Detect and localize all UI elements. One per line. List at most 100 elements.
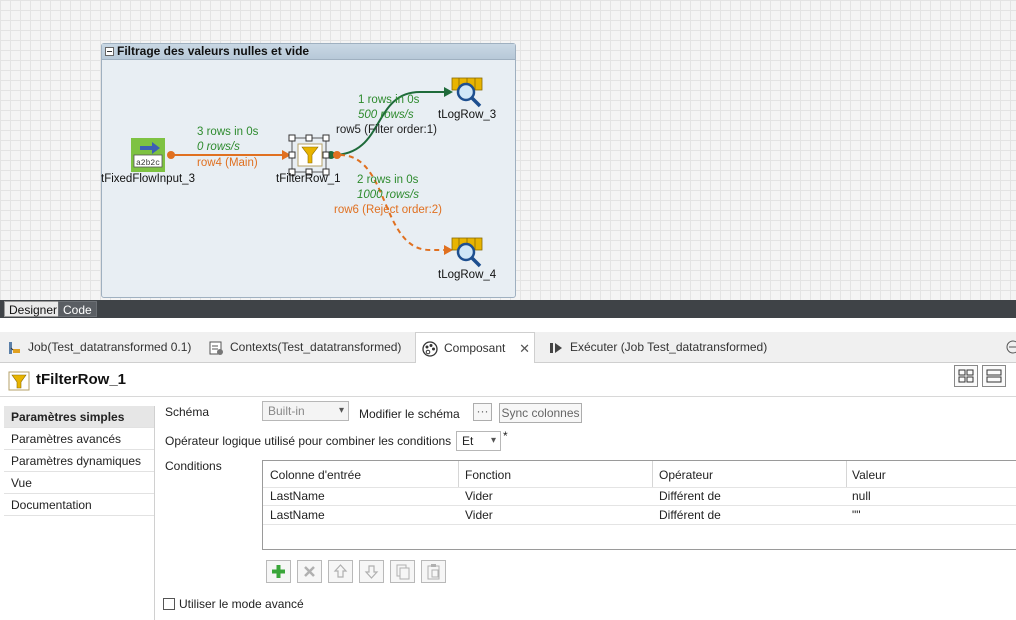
minimize-icon[interactable] — [1006, 340, 1016, 354]
list-layout-icon — [986, 369, 1002, 383]
required-mark: * — [503, 429, 508, 443]
logic-operator-label: Opérateur logique utilisé pour combiner … — [165, 434, 452, 448]
logic-operator-select[interactable]: Et ▾ — [456, 431, 501, 451]
col-header-value[interactable]: Valeur — [852, 468, 886, 482]
contexts-icon — [209, 341, 223, 355]
copy-button[interactable] — [390, 560, 415, 583]
flow-row6-rows: 2 rows in 0s — [357, 174, 419, 186]
conditions-label: Conditions — [165, 459, 222, 473]
tab-job[interactable]: Job(Test_datatransformed 0.1) — [6, 332, 191, 363]
editor-view-tabs: Designer Code — [0, 300, 1016, 318]
job-icon — [9, 341, 20, 354]
tab-contexts-label: Contexts(Test_datatransformed) — [230, 340, 402, 354]
flow-row5-rate: 500 rows/s — [358, 109, 414, 121]
flow-row6-name[interactable]: row6 (Reject order:2) — [334, 204, 442, 216]
paste-icon — [427, 564, 440, 580]
component-label-log4[interactable]: tLogRow_4 — [438, 269, 496, 281]
cell-function[interactable]: Vider — [465, 489, 493, 503]
column-separator — [846, 461, 847, 487]
schema-select[interactable]: Built-in ▾ — [262, 401, 349, 421]
chevron-down-icon: ▾ — [490, 435, 496, 446]
palette-icon — [422, 341, 438, 357]
layout-grid-button[interactable] — [954, 365, 978, 387]
tab-component[interactable]: Composant ✕ — [415, 332, 535, 364]
grid-layout-icon — [958, 369, 974, 383]
flow-row6-rate: 1000 rows/s — [357, 189, 420, 201]
move-up-button[interactable] — [328, 560, 353, 583]
tab-code[interactable]: Code — [58, 301, 97, 317]
copy-icon — [396, 564, 410, 580]
flow-row5-rows: 1 rows in 0s — [358, 94, 420, 106]
tab-component-label: Composant — [444, 341, 506, 355]
tab-run[interactable]: Exécuter (Job Test_datatransformed) — [548, 332, 767, 363]
bottom-view-tabs: Job(Test_datatransformed 0.1) Contexts(T… — [0, 332, 1016, 364]
svg-text:a2b2c: a2b2c — [136, 159, 160, 168]
cell-operator[interactable]: Différent de — [659, 508, 721, 522]
nav-dynamic-settings[interactable]: Paramètres dynamiques — [4, 450, 154, 472]
cell-operator[interactable]: Différent de — [659, 489, 721, 503]
flow-diagram: a2b2c — [131, 77, 483, 268]
plus-icon — [272, 565, 285, 578]
col-header-function[interactable]: Fonction — [465, 468, 511, 482]
sync-columns-button[interactable]: Sync colonnes — [499, 403, 582, 423]
flow-row4-rate: 0 rows/s — [197, 141, 240, 153]
edit-schema-label: Modifier le schéma — [359, 407, 460, 421]
move-down-button[interactable] — [359, 560, 384, 583]
tab-designer[interactable]: Designer — [4, 301, 63, 317]
column-separator — [652, 461, 653, 487]
schema-value: Built-in — [268, 404, 305, 418]
advanced-mode-checkbox[interactable] — [163, 598, 175, 610]
log-row-3-icon — [451, 77, 483, 108]
filter-row-icon — [8, 371, 30, 391]
cell-input-column[interactable]: LastName — [270, 508, 325, 522]
edit-schema-button[interactable]: ··· — [473, 403, 492, 421]
designer-canvas[interactable]: Filtrage des valeurs nulles et vide a2b2… — [0, 0, 1016, 300]
cell-function[interactable]: Vider — [465, 508, 493, 522]
flow-row4-start — [167, 151, 175, 159]
flow-row6-line — [339, 154, 444, 251]
schema-label: Schéma — [165, 405, 210, 419]
cell-value[interactable]: "" — [852, 508, 861, 522]
tab-job-label: Job(Test_datatransformed 0.1) — [28, 340, 192, 354]
settings-nav: Paramètres simples Paramètres avancés Pa… — [4, 406, 155, 620]
col-header-operator[interactable]: Opérateur — [659, 468, 713, 482]
cell-input-column[interactable]: LastName — [270, 489, 325, 503]
tab-run-label: Exécuter (Job Test_datatransformed) — [570, 340, 768, 354]
nav-view[interactable]: Vue — [4, 472, 154, 494]
fixed-flow-input-icon: a2b2c — [131, 138, 165, 172]
flow-row4-rows: 3 rows in 0s — [197, 126, 259, 138]
cell-value[interactable]: null — [852, 489, 871, 503]
flow-row5-name[interactable]: row5 (Filter order:1) — [336, 124, 437, 136]
tab-contexts[interactable]: Contexts(Test_datatransformed) — [208, 332, 401, 363]
component-header: tFilterRow_1 — [0, 363, 1016, 397]
component-label-filter[interactable]: tFilterRow_1 — [276, 173, 341, 185]
filter-row-icon — [288, 134, 330, 176]
table-row-separator — [263, 505, 1016, 506]
component-label-input[interactable]: tFixedFlowInput_3 — [101, 173, 195, 185]
logic-operator-value: Et — [462, 434, 474, 448]
paste-button[interactable] — [421, 560, 446, 583]
delete-icon — [304, 566, 315, 577]
layout-list-button[interactable] — [982, 365, 1006, 387]
nav-advanced-settings[interactable]: Paramètres avancés — [4, 428, 154, 450]
flow-row4-name[interactable]: row4 (Main) — [197, 157, 258, 169]
nav-documentation[interactable]: Documentation — [4, 494, 154, 516]
arrow-up-icon — [333, 564, 348, 578]
table-row-separator — [263, 524, 1016, 525]
table-row-separator — [263, 487, 1016, 488]
log-row-4-icon — [451, 237, 483, 268]
close-icon[interactable]: ✕ — [519, 333, 530, 364]
component-title: tFilterRow_1 — [36, 371, 127, 388]
col-header-input-column[interactable]: Colonne d'entrée — [270, 468, 361, 482]
advanced-mode-label: Utiliser le mode avancé — [179, 597, 304, 611]
run-icon — [550, 342, 562, 353]
flow-row6-start — [333, 151, 341, 159]
delete-row-button[interactable] — [297, 560, 322, 583]
conditions-table[interactable]: Colonne d'entrée Fonction Opérateur Vale… — [262, 460, 1016, 550]
add-row-button[interactable] — [266, 560, 291, 583]
component-label-log3[interactable]: tLogRow_3 — [438, 109, 496, 121]
column-separator — [458, 461, 459, 487]
nav-basic-settings[interactable]: Paramètres simples — [4, 406, 154, 428]
arrow-down-icon — [364, 565, 379, 579]
chevron-down-icon: ▾ — [338, 405, 344, 416]
